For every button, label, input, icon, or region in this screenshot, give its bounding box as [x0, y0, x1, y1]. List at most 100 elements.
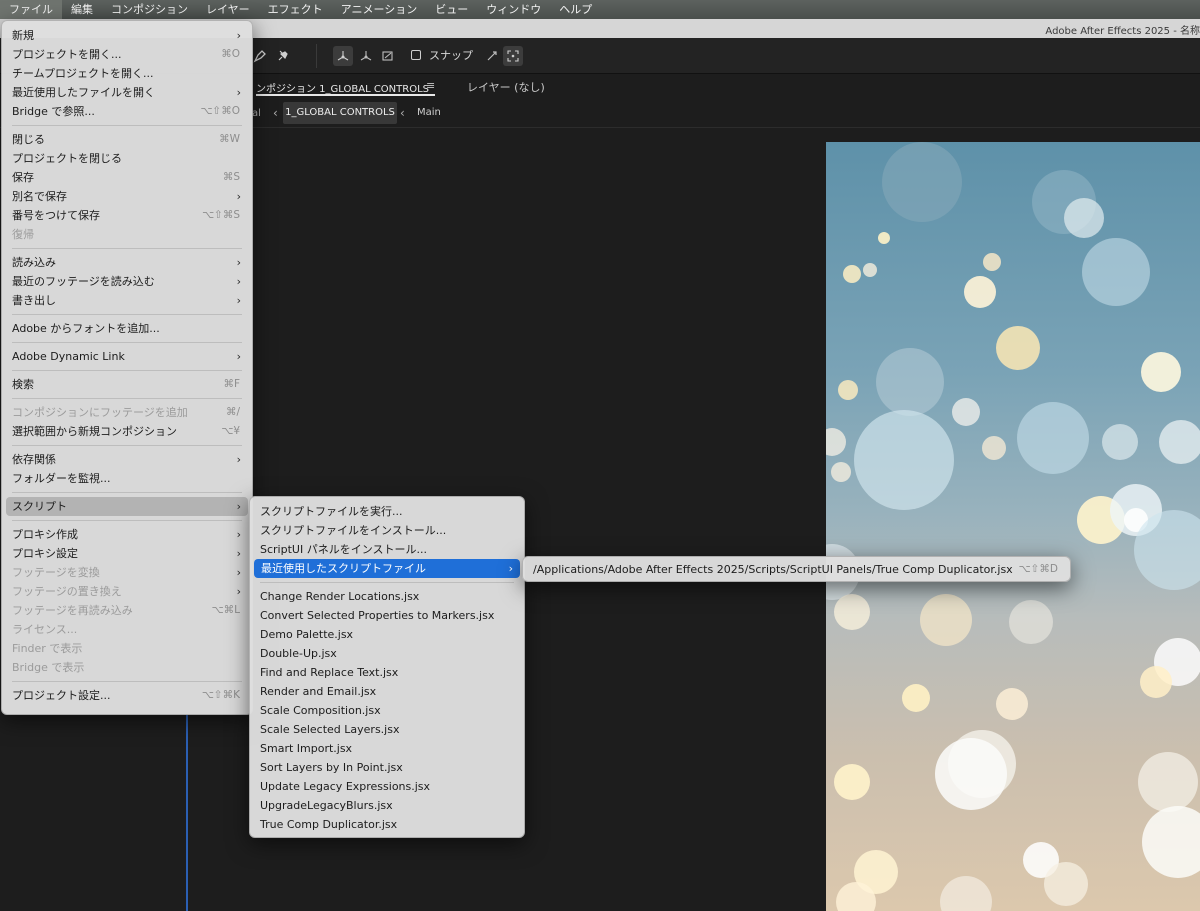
snap-feature-icon[interactable]: [482, 46, 502, 66]
scripts-menu-item[interactable]: Convert Selected Properties to Markers.j…: [250, 606, 524, 625]
menu-item-label: 復帰: [12, 228, 34, 241]
scripts-menu-item[interactable]: Render and Email.jsx: [250, 682, 524, 701]
menubar-item[interactable]: ウィンドウ: [477, 0, 550, 19]
scripts-menu-item[interactable]: Smart Import.jsx: [250, 739, 524, 758]
menu-item-label: 番号をつけて保存: [12, 209, 100, 222]
world-axis-icon[interactable]: [356, 46, 376, 66]
chevron-right-icon: ›: [236, 528, 241, 541]
file-menu-item[interactable]: 番号をつけて保存 ⌥⇧⌘S: [2, 206, 252, 225]
file-menu-item: フッテージを再読み込み ⌥⌘L: [2, 601, 252, 620]
bokeh-light: [952, 398, 980, 426]
menu-item-label: Adobe Dynamic Link: [12, 350, 125, 363]
menu-item-label: 読み込み: [12, 256, 56, 269]
scripts-menu-item[interactable]: スクリプトファイルを実行...: [250, 502, 524, 521]
scripts-menu-item[interactable]: Update Legacy Expressions.jsx: [250, 777, 524, 796]
file-menu-item[interactable]: 読み込み ›: [2, 253, 252, 272]
menu-item-label: ScriptUI パネルをインストール...: [260, 543, 427, 556]
snap-checkbox[interactable]: [411, 50, 421, 60]
chevron-right-icon: ›: [236, 547, 241, 560]
bokeh-light: [1044, 862, 1088, 906]
file-menu-item[interactable]: プロジェクトを開く... ⌘O: [2, 45, 252, 64]
scripts-menu-item[interactable]: Demo Palette.jsx: [250, 625, 524, 644]
file-menu-item[interactable]: 閉じる ⌘W: [2, 130, 252, 149]
file-menu-item[interactable]: 新規 ›: [2, 26, 252, 45]
file-menu-item[interactable]: プロキシ設定 ›: [2, 544, 252, 563]
local-axis-icon[interactable]: [333, 46, 353, 66]
snap-grid-icon[interactable]: [503, 46, 523, 66]
bokeh-image: [826, 142, 1200, 911]
menu-separator: [12, 370, 242, 371]
file-menu-item: Finder で表示: [2, 639, 252, 658]
bokeh-light: [1140, 666, 1172, 698]
scripts-menu-item[interactable]: ScriptUI パネルをインストール...: [250, 540, 524, 559]
timeline-layer-panel: [0, 715, 188, 911]
file-menu-item[interactable]: 別名で保存 ›: [2, 187, 252, 206]
menubar-item[interactable]: エフェクト: [259, 0, 332, 19]
file-menu-item[interactable]: 依存関係 ›: [2, 450, 252, 469]
file-menu-item[interactable]: プロジェクトを閉じる: [2, 149, 252, 168]
menu-item-label: 別名で保存: [12, 190, 67, 203]
file-menu-item[interactable]: チームプロジェクトを開く...: [2, 64, 252, 83]
file-menu-item[interactable]: 最近のフッテージを読み込む ›: [2, 272, 252, 291]
file-menu-item[interactable]: 最近使用したファイルを開く ›: [2, 83, 252, 102]
file-menu-item[interactable]: フォルダーを監視...: [2, 469, 252, 488]
menu-item-shortcut: ⌘/: [225, 406, 240, 418]
menu-item-label: 検索: [12, 378, 34, 391]
file-menu-item[interactable]: 書き出し ›: [2, 291, 252, 310]
menu-item-label: スクリプト: [12, 500, 67, 513]
file-menu-item[interactable]: プロキシ作成 ›: [2, 525, 252, 544]
menu-separator: [12, 445, 242, 446]
panel-menu-icon[interactable]: ≡: [426, 79, 435, 92]
menu-item-shortcut: ⌘W: [219, 133, 240, 145]
scripts-menu-item[interactable]: Find and Replace Text.jsx: [250, 663, 524, 682]
menubar-item[interactable]: アニメーション: [332, 0, 427, 19]
menubar-item[interactable]: ファイル: [0, 0, 62, 19]
scripts-menu-item[interactable]: True Comp Duplicator.jsx: [250, 815, 524, 834]
scripts-menu-item[interactable]: Scale Composition.jsx: [250, 701, 524, 720]
scripts-menu-item[interactable]: Double-Up.jsx: [250, 644, 524, 663]
scripts-menu-item[interactable]: スクリプトファイルをインストール...: [250, 521, 524, 540]
menu-separator: [12, 125, 242, 126]
scripts-menu-item[interactable]: Scale Selected Layers.jsx: [250, 720, 524, 739]
pen-tool-icon[interactable]: [250, 46, 270, 66]
menu-item-shortcut: ⌘S: [222, 171, 240, 183]
recent-script-item[interactable]: /Applications/Adobe After Effects 2025/S…: [523, 560, 1070, 579]
file-menu-item[interactable]: 保存 ⌘S: [2, 168, 252, 187]
bokeh-light: [826, 428, 846, 456]
menubar-item[interactable]: レイヤー: [197, 0, 259, 19]
puppet-pin-icon[interactable]: [273, 46, 293, 66]
breadcrumb-item-active[interactable]: 1_GLOBAL CONTROLS: [283, 102, 397, 124]
file-menu-item[interactable]: Bridge で参照... ⌥⇧⌘O: [2, 102, 252, 121]
scripts-menu-item[interactable]: Sort Layers by In Point.jsx: [250, 758, 524, 777]
current-time-indicator[interactable]: [186, 715, 188, 911]
scripts-menu-item[interactable]: UpgradeLegacyBlurs.jsx: [250, 796, 524, 815]
bokeh-light: [920, 594, 972, 646]
menubar-item[interactable]: 編集: [62, 0, 102, 19]
file-menu-item[interactable]: 検索 ⌘F: [2, 375, 252, 394]
tab-layer[interactable]: レイヤー (なし): [467, 79, 545, 95]
composition-viewer[interactable]: [826, 142, 1200, 911]
tab-composition[interactable]: ンポジション 1_GLOBAL CONTROLS: [256, 80, 429, 95]
bokeh-light: [1141, 352, 1181, 392]
file-menu-item[interactable]: 選択範囲から新規コンポジション ⌥¥: [2, 422, 252, 441]
menu-item-label: 閉じる: [12, 133, 45, 146]
menubar-item[interactable]: コンポジション: [102, 0, 197, 19]
menu-item-label: プロジェクト設定...: [12, 689, 111, 702]
scripts-menu-item[interactable]: 最近使用したスクリプトファイル ›: [254, 559, 520, 578]
scripts-menu-item[interactable]: Change Render Locations.jsx: [250, 587, 524, 606]
menubar-item[interactable]: ヘルプ: [550, 0, 601, 19]
snap-label: スナップ: [429, 49, 473, 62]
menu-separator: [260, 582, 514, 583]
breadcrumb-item-next[interactable]: Main: [417, 107, 441, 118]
file-menu-item[interactable]: プロジェクト設定... ⌥⇧⌘K: [2, 686, 252, 705]
bokeh-light: [1102, 424, 1138, 460]
menubar-item[interactable]: ビュー: [426, 0, 477, 19]
file-menu-item[interactable]: Adobe Dynamic Link ›: [2, 347, 252, 366]
menu-item-label: 依存関係: [12, 453, 56, 466]
menu-item-label: 保存: [12, 171, 34, 184]
file-menu-item[interactable]: スクリプト ›: [6, 497, 248, 516]
bokeh-light: [1017, 402, 1089, 474]
file-menu-item[interactable]: Adobe からフォントを追加...: [2, 319, 252, 338]
view-axis-icon[interactable]: [378, 46, 398, 66]
breadcrumb-item-prev[interactable]: al: [252, 108, 261, 119]
